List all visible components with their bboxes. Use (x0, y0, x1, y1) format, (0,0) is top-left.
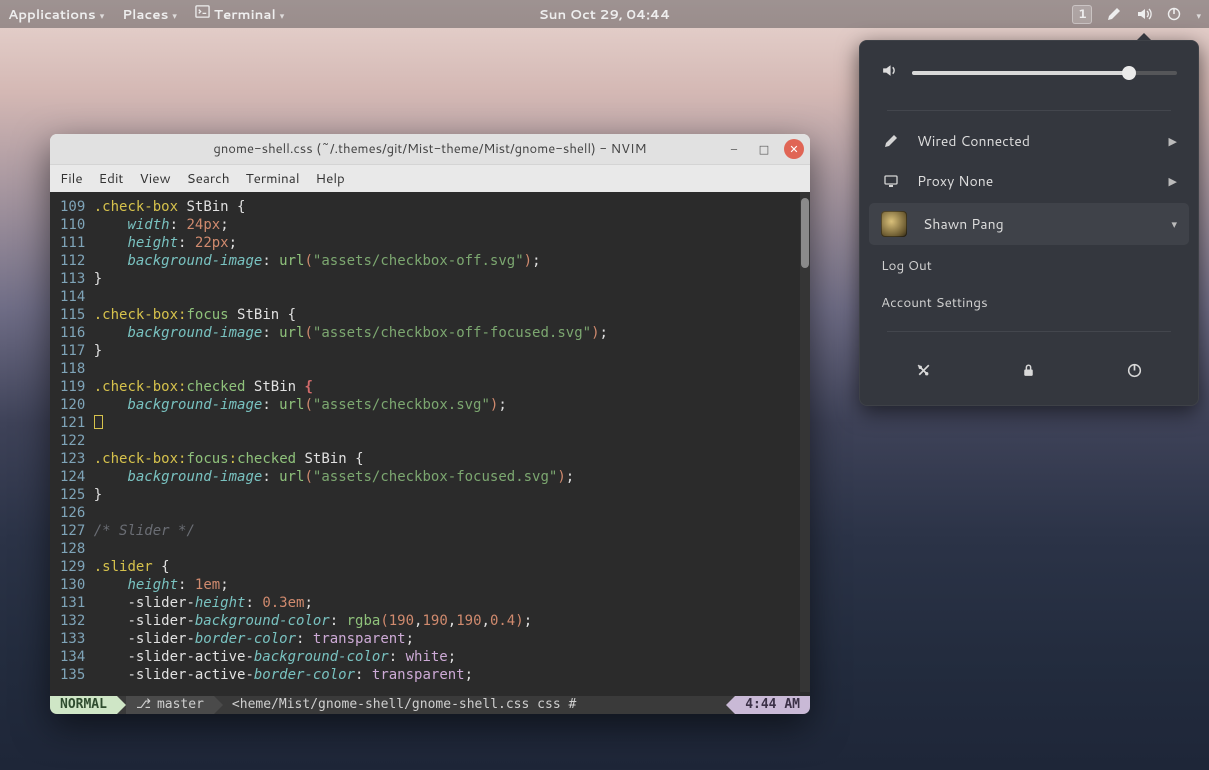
menu-edit[interactable]: Edit (99, 169, 124, 188)
divider (887, 110, 1171, 111)
divider (887, 331, 1171, 332)
user-name: Shawn Pang (923, 214, 1155, 234)
volume-row (859, 40, 1199, 100)
proxy-label: Proxy None (917, 171, 1153, 191)
applications-menu[interactable]: Applications ▾ (8, 5, 104, 24)
terminal-app-label: Terminal (214, 5, 276, 24)
power-button[interactable] (1110, 350, 1158, 390)
workspace-indicator[interactable]: 1 (1072, 5, 1092, 24)
menu-search[interactable]: Search (187, 169, 230, 188)
top-panel: Applications ▾ Places ▾ Terminal ▾ Sun O… (0, 0, 1209, 28)
speaker-icon (881, 62, 898, 84)
branch-icon: ⎇ (136, 696, 151, 714)
proxy-row[interactable]: Proxy None ▶ (859, 161, 1199, 201)
proxy-icon (881, 173, 901, 189)
chevron-down-icon: ▾ (1196, 9, 1201, 22)
status-clock: 4:44 AM (735, 696, 810, 714)
maximize-button[interactable]: □ (754, 139, 774, 159)
scrollbar-thumb[interactable] (801, 198, 809, 268)
menu-help[interactable]: Help (316, 169, 345, 188)
volume-slider[interactable] (912, 71, 1177, 75)
applications-label: Applications (8, 5, 96, 24)
avatar (881, 211, 907, 237)
status-mode: NORMAL (50, 696, 117, 714)
chevron-down-icon: ▾ (1171, 216, 1177, 232)
menubar: File Edit View Search Terminal Help (50, 164, 810, 192)
terminal-window: gnome-shell.css (~/.themes/git/Mist-them… (50, 134, 810, 714)
chevron-down-icon: ▾ (280, 9, 285, 22)
close-button[interactable]: ✕ (784, 139, 804, 159)
scrollbar[interactable] (800, 192, 810, 692)
network-row[interactable]: Wired Connected ▶ (859, 121, 1199, 161)
settings-button[interactable] (900, 350, 948, 390)
terminal-icon (195, 4, 210, 24)
power-icon[interactable] (1166, 6, 1182, 22)
lock-button[interactable] (1005, 350, 1053, 390)
chevron-down-icon: ▾ (172, 9, 177, 22)
menu-file[interactable]: File (60, 169, 83, 188)
user-row[interactable]: Shawn Pang ▾ (869, 203, 1189, 245)
system-menu-popover: Wired Connected ▶ Proxy None ▶ Shawn Pan… (859, 40, 1199, 406)
brush-icon (881, 133, 901, 149)
status-file: <heme/Mist/gnome-shell/gnome-shell.css c… (214, 696, 735, 714)
terminal-area[interactable]: 109 .check-box StBin { 110 width: 24px; … (50, 192, 810, 714)
volume-icon[interactable] (1136, 6, 1152, 22)
panel-clock[interactable]: Sun Oct 29, 04:44 (539, 5, 671, 24)
chevron-down-icon: ▾ (100, 9, 105, 22)
status-branch: ⎇ master (126, 696, 214, 714)
menu-view[interactable]: View (140, 169, 171, 188)
vim-statusline: NORMAL ⎇ master <heme/Mist/gnome-shell/g… (50, 696, 810, 714)
titlebar[interactable]: gnome-shell.css (~/.themes/git/Mist-them… (50, 134, 810, 164)
window-title: gnome-shell.css (~/.themes/git/Mist-them… (213, 140, 646, 158)
logout-item[interactable]: Log Out (859, 247, 1199, 284)
chevron-right-icon: ▶ (1169, 133, 1177, 149)
places-menu[interactable]: Places ▾ (122, 5, 177, 24)
brush-icon[interactable] (1106, 6, 1122, 22)
account-settings-item[interactable]: Account Settings (859, 284, 1199, 321)
terminal-app-menu[interactable]: Terminal ▾ (195, 4, 284, 24)
menu-terminal[interactable]: Terminal (246, 169, 300, 188)
network-label: Wired Connected (917, 131, 1153, 151)
action-row (859, 342, 1199, 394)
places-label: Places (122, 5, 168, 24)
chevron-right-icon: ▶ (1169, 173, 1177, 189)
minimize-button[interactable]: – (724, 139, 744, 159)
